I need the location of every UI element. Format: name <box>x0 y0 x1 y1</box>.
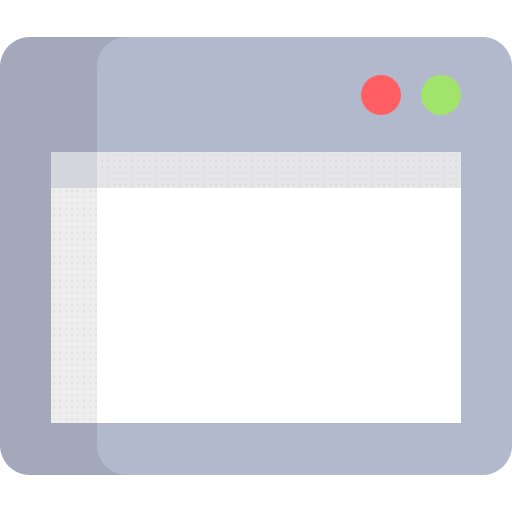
browser-window-icon <box>0 0 512 512</box>
maximize-dot-icon <box>421 75 461 115</box>
close-dot-icon <box>361 75 401 115</box>
content-titlebar <box>51 152 461 188</box>
content-titlebar-shade <box>51 152 97 188</box>
content-sidebar <box>51 188 97 423</box>
window-content-area <box>51 152 461 423</box>
